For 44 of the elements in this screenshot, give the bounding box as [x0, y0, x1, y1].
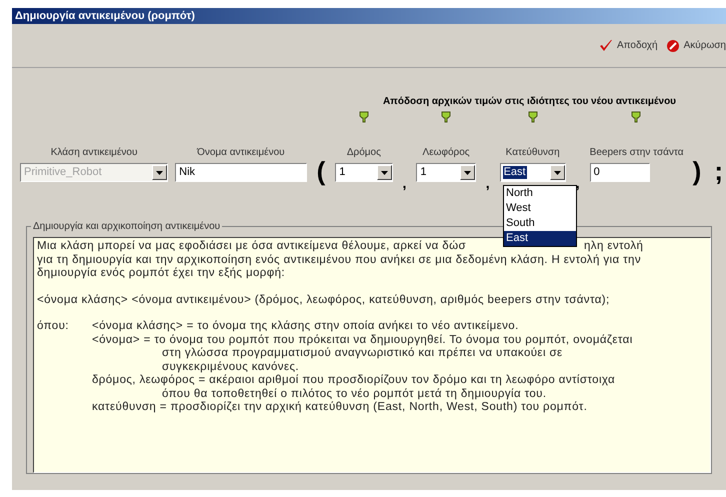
punctuation: (	[316, 158, 326, 184]
punctuation: ,	[402, 176, 408, 190]
description-text: για τη δημιουργία και την αρχικοποίηση ενός αντικειμένου που ανήκει σε μια δεδομένη κλάση. Η εντολή για την	[37, 254, 641, 267]
description-text: δημιουργία ενός ρομπότ έχει την εξής μορφή:	[37, 267, 285, 280]
field-label: Κλάση αντικειμένου	[50, 146, 138, 160]
dropdown-option[interactable]: South	[504, 216, 576, 231]
dropdown-option[interactable]: North	[504, 186, 576, 201]
definition-text: στη γλώσσα προγραμματισμού αναγνωριστικό και πρέπει να υπακούει σε	[162, 347, 563, 360]
description-text: Μια κλάση μπορεί να μας εφοδιάσει με όσα αντικείμενα θέλουμε, αρκεί να δώσ	[37, 240, 466, 252]
dropdown-field[interactable]: 1	[416, 163, 476, 182]
group-title: Δημιουργία και αρχικοποίηση αντικειμένου	[31, 219, 222, 234]
definition-text: όπου θα τοποθετηθεί ο πιλότος το νέο ρομπότ μετά τη δημιουργία του.	[162, 388, 546, 401]
caret-icon	[554, 170, 561, 174]
punctuation: )	[692, 158, 702, 184]
field-label: Beepers στην τσάντα	[590, 146, 684, 160]
caret-icon	[156, 170, 164, 174]
caret-icon	[464, 170, 471, 174]
caret-icon	[380, 170, 388, 174]
cancel-button[interactable]: Ακύρωση	[666, 38, 726, 53]
punctuation: ,	[484, 176, 491, 190]
cancel-icon	[666, 38, 680, 52]
definition-text: <όνομα κλάσης> = το όνομα της κλάσης στην οποία ανήκει το νέο αντικείμενο.	[92, 320, 519, 334]
definition-text: δρόμος, λεωφόρος = ακέραιοι αριθμοί που προσδιορίζουν τον δρόμο και τη λεωφόρο αντίστοιχα	[92, 374, 616, 388]
input-field[interactable]: Nik	[175, 163, 307, 182]
dropdown-option[interactable]: West	[504, 201, 576, 216]
field-label: Δρόμος	[346, 146, 381, 160]
checkmark-icon	[598, 38, 613, 52]
input-field[interactable]: 0	[590, 163, 650, 182]
dropdown-field[interactable]: 1	[335, 163, 393, 182]
where-label: όπου:	[37, 320, 69, 332]
field-label: Λεωφόρος	[422, 146, 470, 160]
definition-text: κατεύθυνση = προσδιορίζει την αρχική κατεύθυνση (East, North, West, South) του ρομπότ.	[92, 401, 588, 414]
definition-text: συγκεκριμένους κανόνες.	[162, 360, 300, 374]
field-label: Κατεύθυνση	[506, 146, 560, 160]
section-heading: Απόδοση αρχικών τιμών στις ιδιότητες του νέου αντικειμένου	[382, 95, 676, 109]
field-label: Όνομα αντικειμένου	[197, 146, 285, 160]
accept-button[interactable]: Αποδοχή	[598, 38, 658, 53]
definition-text: <όνομα> = το όνομα του ρομπότ που πρόκειται να δημιουργηθεί. Το όνομα του ρομπότ, ονομάζεται	[92, 334, 633, 347]
dropdown-option[interactable]: East	[504, 231, 576, 246]
dropdown-field[interactable]: East	[500, 163, 566, 182]
punctuation: ;	[713, 158, 724, 184]
description-text: ηλη εντολή	[584, 240, 644, 254]
syntax-text: <όνομα κλάσης> <όνομα αντικειμένου> (δρόμος, λεωφόρος, κατεύθυνση, αριθμός beepers στην τσάντα);	[37, 294, 610, 307]
window-title: Δημιουργία αντικειμένου (ρομπότ)	[12, 8, 726, 24]
